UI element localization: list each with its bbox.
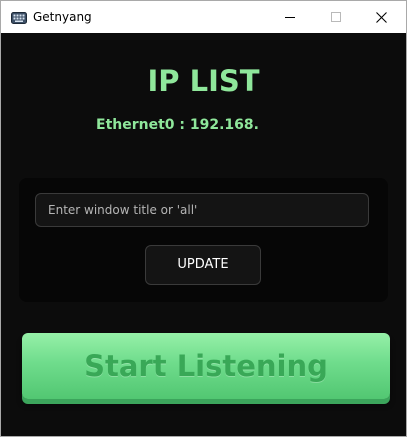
page-title: IP LIST	[147, 64, 260, 98]
main-content: IP LIST Ethernet0 : 192.168. UPDATE Star…	[1, 33, 406, 436]
update-button[interactable]: UPDATE	[145, 245, 261, 285]
keyboard-icon	[11, 10, 27, 24]
close-button[interactable]	[358, 1, 404, 33]
minimize-icon	[285, 12, 295, 22]
interface-name: Ethernet0	[96, 117, 175, 133]
ip-list-item: Ethernet0 : 192.168.	[96, 115, 259, 135]
maximize-icon	[331, 12, 341, 22]
control-panel: UPDATE	[19, 178, 388, 302]
start-listening-button[interactable]: Start Listening	[22, 333, 390, 399]
maximize-button[interactable]	[313, 1, 359, 33]
minimize-button[interactable]	[267, 1, 313, 33]
ip-address: 192.168.	[189, 117, 259, 133]
title-bar[interactable]: Getnyang	[1, 1, 406, 33]
close-icon	[375, 11, 387, 23]
app-window: Getnyang IP LIST Ethernet0 : 192.168. En…	[0, 0, 407, 437]
window-title-input[interactable]	[35, 193, 369, 227]
ip-separator: :	[174, 117, 190, 133]
window-title: Getnyang	[33, 10, 92, 24]
